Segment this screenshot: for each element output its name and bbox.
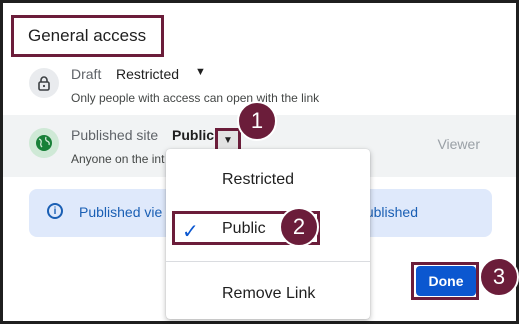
published-label: Published site (71, 127, 159, 143)
menu-divider (166, 261, 370, 262)
done-button[interactable]: Done (416, 266, 476, 296)
published-subtext: Anyone on the int (71, 152, 165, 166)
callout-badge-1: 1 (237, 101, 277, 141)
globe-icon (29, 128, 59, 158)
dialog-frame: General access Draft Restricted ▼ Only p… (0, 0, 519, 324)
draft-access-value[interactable]: Restricted (116, 66, 179, 82)
menu-item-restricted[interactable]: Restricted (166, 171, 370, 189)
info-text-right: ublished (365, 204, 418, 220)
role-viewer: Viewer (437, 136, 480, 152)
info-text-left: Published vie (79, 204, 163, 220)
general-access-title: General access (11, 15, 164, 57)
lock-icon (29, 68, 59, 98)
draft-label: Draft (71, 66, 102, 82)
published-access-value[interactable]: Public (172, 127, 214, 143)
callout-badge-2: 2 (279, 207, 319, 247)
draft-subtext: Only people with access can open with th… (71, 91, 320, 105)
info-icon: i (47, 203, 63, 219)
menu-item-remove-link[interactable]: Remove Link (166, 285, 370, 303)
callout-badge-3: 3 (479, 257, 519, 297)
draft-dropdown-caret-icon[interactable]: ▼ (195, 66, 206, 78)
menu-item-public[interactable]: Public (166, 220, 370, 238)
access-dropdown-menu: Restricted ✓ Public Remove Link (166, 149, 370, 319)
chevron-down-icon: ▼ (223, 134, 233, 146)
